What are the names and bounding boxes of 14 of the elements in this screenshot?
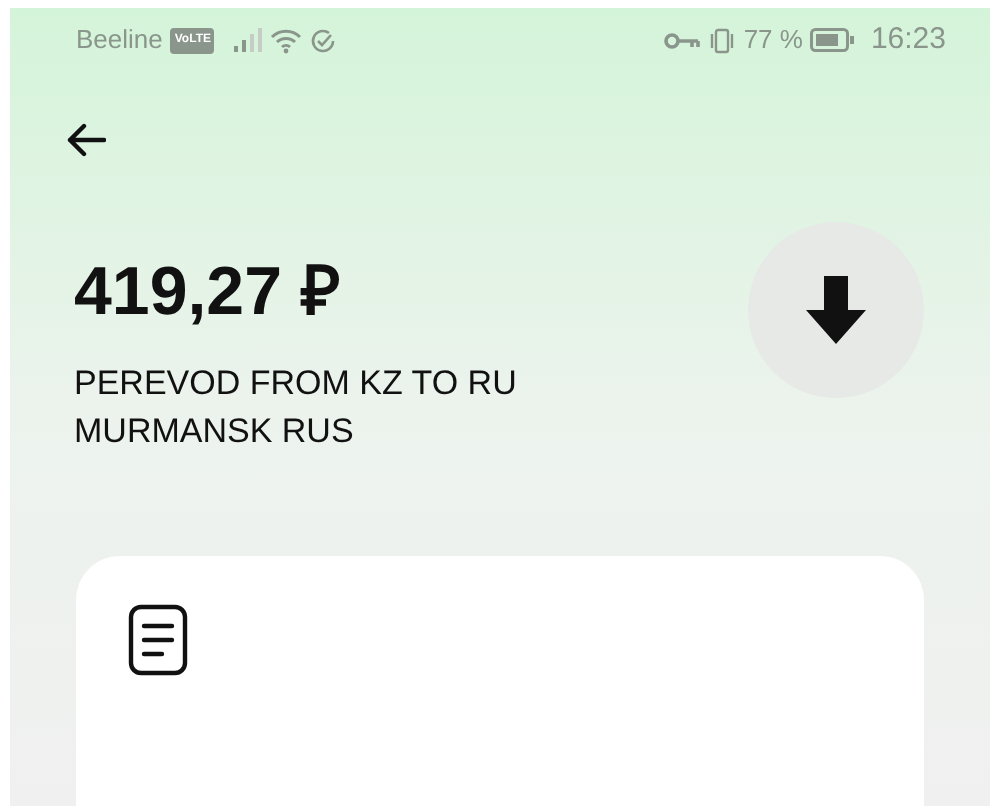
battery-percent: 77 %	[743, 22, 803, 59]
description-text: PEREVOD FROM KZ TO RU MURMANSK RUS	[74, 362, 519, 454]
check-circle-icon	[310, 27, 337, 53]
clock-time: 16:23	[870, 19, 946, 60]
amount-text: 419,27 ₽	[74, 252, 343, 332]
back-arrow-icon	[66, 122, 106, 158]
wifi-icon	[270, 27, 303, 53]
signal-icon	[234, 28, 263, 52]
down-arrow-icon	[806, 276, 866, 344]
document-icon	[128, 604, 188, 676]
key-icon	[663, 31, 700, 49]
carrier-name: Beeline	[76, 22, 163, 59]
vibrate-icon	[707, 27, 736, 53]
battery-icon	[810, 28, 855, 52]
